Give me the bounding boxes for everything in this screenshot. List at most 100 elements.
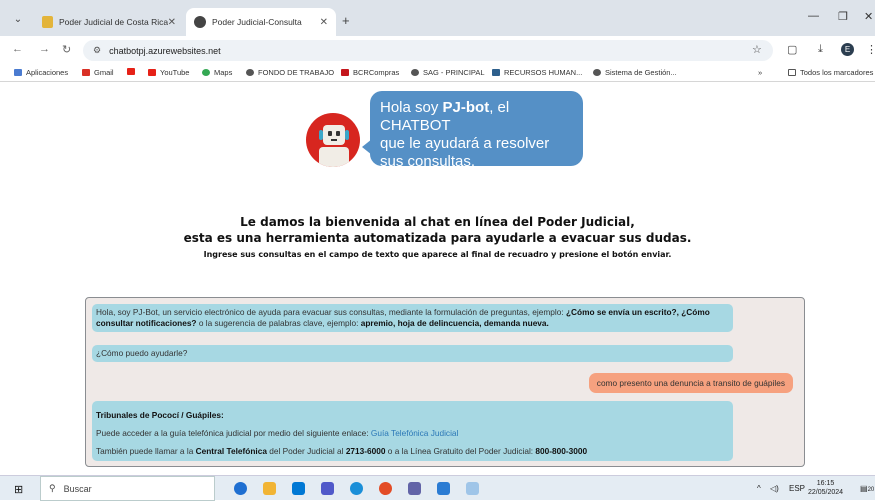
bot-message-intro: Hola, soy PJ-Bot, un servicio electrónic… [92, 304, 733, 332]
bookmark-sistema[interactable]: Sistema de Gestión... [593, 68, 677, 77]
welcome-heading: Le damos la bienvenida al chat en línea … [0, 214, 875, 246]
app-icon[interactable] [408, 482, 421, 495]
url-bar[interactable]: ⚙ chatbotpj.azurewebsites.net [83, 40, 773, 61]
edge-icon[interactable] [350, 482, 363, 495]
message-text: apremio, hoja de delincuencia, demanda n… [360, 318, 549, 328]
bookmark-maps[interactable]: Maps [202, 68, 232, 77]
bookmark-bcrcompras[interactable]: BCRCompras [341, 68, 399, 77]
pjbot-avatar [306, 113, 360, 167]
bubble-text: sus consultas. [380, 153, 476, 170]
restore-button[interactable]: ❐ [838, 10, 848, 23]
windows-taskbar: ⊞ ⚲ Buscar ^ ◁) ESP 16:15 22/05/2024 ▤20 [0, 475, 875, 501]
reload-icon[interactable]: ↻ [62, 43, 71, 56]
message-text: o a la Línea Gratuito del Poder Judicial… [385, 446, 536, 456]
message-text: Hola, soy PJ-Bot, un servicio electrónic… [96, 307, 566, 317]
reply-title: Tribunales de Pococí / Guápiles: [96, 410, 224, 420]
chatbot-page: Hola soy PJ-bot, el CHATBOT que le ayuda… [0, 83, 875, 475]
all-bookmarks[interactable]: Todos los marcadores [788, 68, 873, 77]
youtube-icon [127, 68, 135, 75]
instructions: Ingrese sus consultas en el campo de tex… [203, 250, 672, 259]
bookmark-youtube[interactable]: YouTube [148, 68, 189, 77]
tab-favicon-icon [194, 16, 206, 28]
bubble-text: Hola soy [380, 99, 443, 116]
gmail-icon [82, 69, 90, 76]
teams-icon[interactable] [321, 482, 334, 495]
robot-eye [336, 131, 340, 136]
globe-icon [593, 69, 601, 76]
taskbar-search[interactable]: ⚲ Buscar [40, 476, 215, 501]
bubble-botname: PJ-bot [442, 99, 490, 116]
site-info-icon[interactable]: ⚙ [93, 45, 101, 56]
download-icon[interactable]: ⤓ [818, 43, 823, 56]
globe-icon [246, 69, 254, 76]
minimize-button[interactable]: — [808, 10, 819, 22]
close-tab-icon[interactable]: ✕ [320, 17, 328, 28]
windows-start-icon[interactable]: ⊞ [14, 483, 23, 496]
message-text: del Poder Judicial al [266, 446, 346, 456]
tab-consulta[interactable]: Poder Judicial-Consulta ✕ [186, 8, 336, 36]
bookmarks-overflow[interactable]: » [758, 68, 762, 77]
reply-line: Puede acceder a la guía telefónica judic… [96, 424, 729, 442]
welcome-line: esta es una herramienta automatizada par… [183, 231, 692, 245]
browser-tab-bar: ⌄ Poder Judicial de Costa Rica - I ✕ Pod… [0, 0, 875, 36]
chrome-icon[interactable] [379, 482, 392, 495]
chat-window[interactable]: Hola, soy PJ-Bot, un servicio electrónic… [85, 297, 805, 467]
language-indicator[interactable]: ESP [789, 484, 805, 493]
notifications-icon[interactable]: ▤20 [860, 484, 874, 493]
address-toolbar: ← → ↻ ⚙ chatbotpj.azurewebsites.net ☆ ▢ … [0, 36, 875, 64]
message-text: 2713-6000 [345, 446, 386, 456]
bookmark-sag[interactable]: SAG - PRINCIPAL [411, 68, 485, 77]
back-icon[interactable]: ← [12, 43, 23, 55]
guia-telefonica-link[interactable]: Guía Telefónica Judicial [371, 428, 458, 438]
robot-body [319, 147, 349, 167]
message-text: 800-800-3000 [535, 446, 588, 456]
app-icon[interactable] [234, 482, 247, 495]
greeting-bubble: Hola soy PJ-bot, el CHATBOT que le ayuda… [370, 91, 583, 170]
app-icon[interactable] [466, 482, 479, 495]
bookmark-rrhh[interactable]: RECURSOS HUMAN... [492, 68, 582, 77]
bookmark-apps[interactable]: Aplicaciones [14, 68, 68, 77]
message-text: También puede llamar a la [96, 446, 196, 456]
bot-message-reply: Tribunales de Pococí / Guápiles: Puede a… [92, 401, 733, 461]
welcome-line: Le damos la bienvenida al chat en línea … [240, 215, 635, 229]
robot-mouth [331, 139, 337, 141]
profile-avatar[interactable]: E [841, 43, 854, 56]
tab-title: Poder Judicial de Costa Rica - I [58, 17, 168, 27]
apps-grid-icon [14, 69, 22, 76]
url-text: chatbotpj.azurewebsites.net [109, 45, 221, 56]
rrhh-icon [492, 69, 500, 76]
bubble-text: que le ayudará a resolver [380, 135, 550, 152]
close-tab-icon[interactable]: ✕ [168, 17, 176, 28]
close-window-button[interactable]: ✕ [864, 10, 873, 23]
tab-search-button[interactable]: ⌄ [8, 10, 28, 30]
menu-icon[interactable]: ⋮ [866, 43, 875, 56]
bookmark-gmail[interactable]: Gmail [82, 68, 114, 77]
bookmark-star-icon[interactable]: ☆ [752, 43, 762, 56]
robot-eye [328, 131, 332, 136]
forward-icon[interactable]: → [39, 43, 50, 55]
tray-arrow-icon[interactable]: ^ [757, 484, 761, 493]
search-icon: ⚲ [49, 483, 56, 493]
app-icon[interactable] [437, 482, 450, 495]
clock-time: 16:15 [816, 480, 835, 487]
youtube-icon [148, 69, 156, 76]
volume-icon[interactable]: ◁) [770, 484, 779, 493]
reply-line: También puede llamar a la Central Telefó… [96, 442, 729, 460]
bookmark-fondo[interactable]: FONDO DE TRABAJO [246, 68, 334, 77]
tab-favicon-icon [42, 16, 53, 28]
bot-message-ask: ¿Cómo puedo ayudarle? [92, 345, 733, 362]
outlook-icon[interactable] [292, 482, 305, 495]
new-tab-button[interactable]: + [342, 13, 350, 28]
user-message: como presento una denuncia a transito de… [588, 373, 793, 393]
extensions-icon[interactable]: ▢ [787, 43, 797, 56]
tab-poder-judicial[interactable]: Poder Judicial de Costa Rica - I ✕ [34, 8, 184, 36]
message-text: o la sugerencia de palabras clave, ejemp… [196, 318, 361, 328]
notif-count: 20 [867, 487, 875, 493]
robot-face-icon [323, 125, 345, 145]
headset-icon [345, 130, 349, 140]
clock[interactable]: 16:15 22/05/2024 [808, 479, 843, 497]
bookmark-youtube-1[interactable] [127, 68, 139, 75]
search-placeholder: Buscar [63, 483, 92, 494]
file-explorer-icon[interactable] [263, 482, 276, 495]
bookmarks-bar: Aplicaciones Gmail YouTube Maps FONDO DE… [0, 64, 875, 82]
